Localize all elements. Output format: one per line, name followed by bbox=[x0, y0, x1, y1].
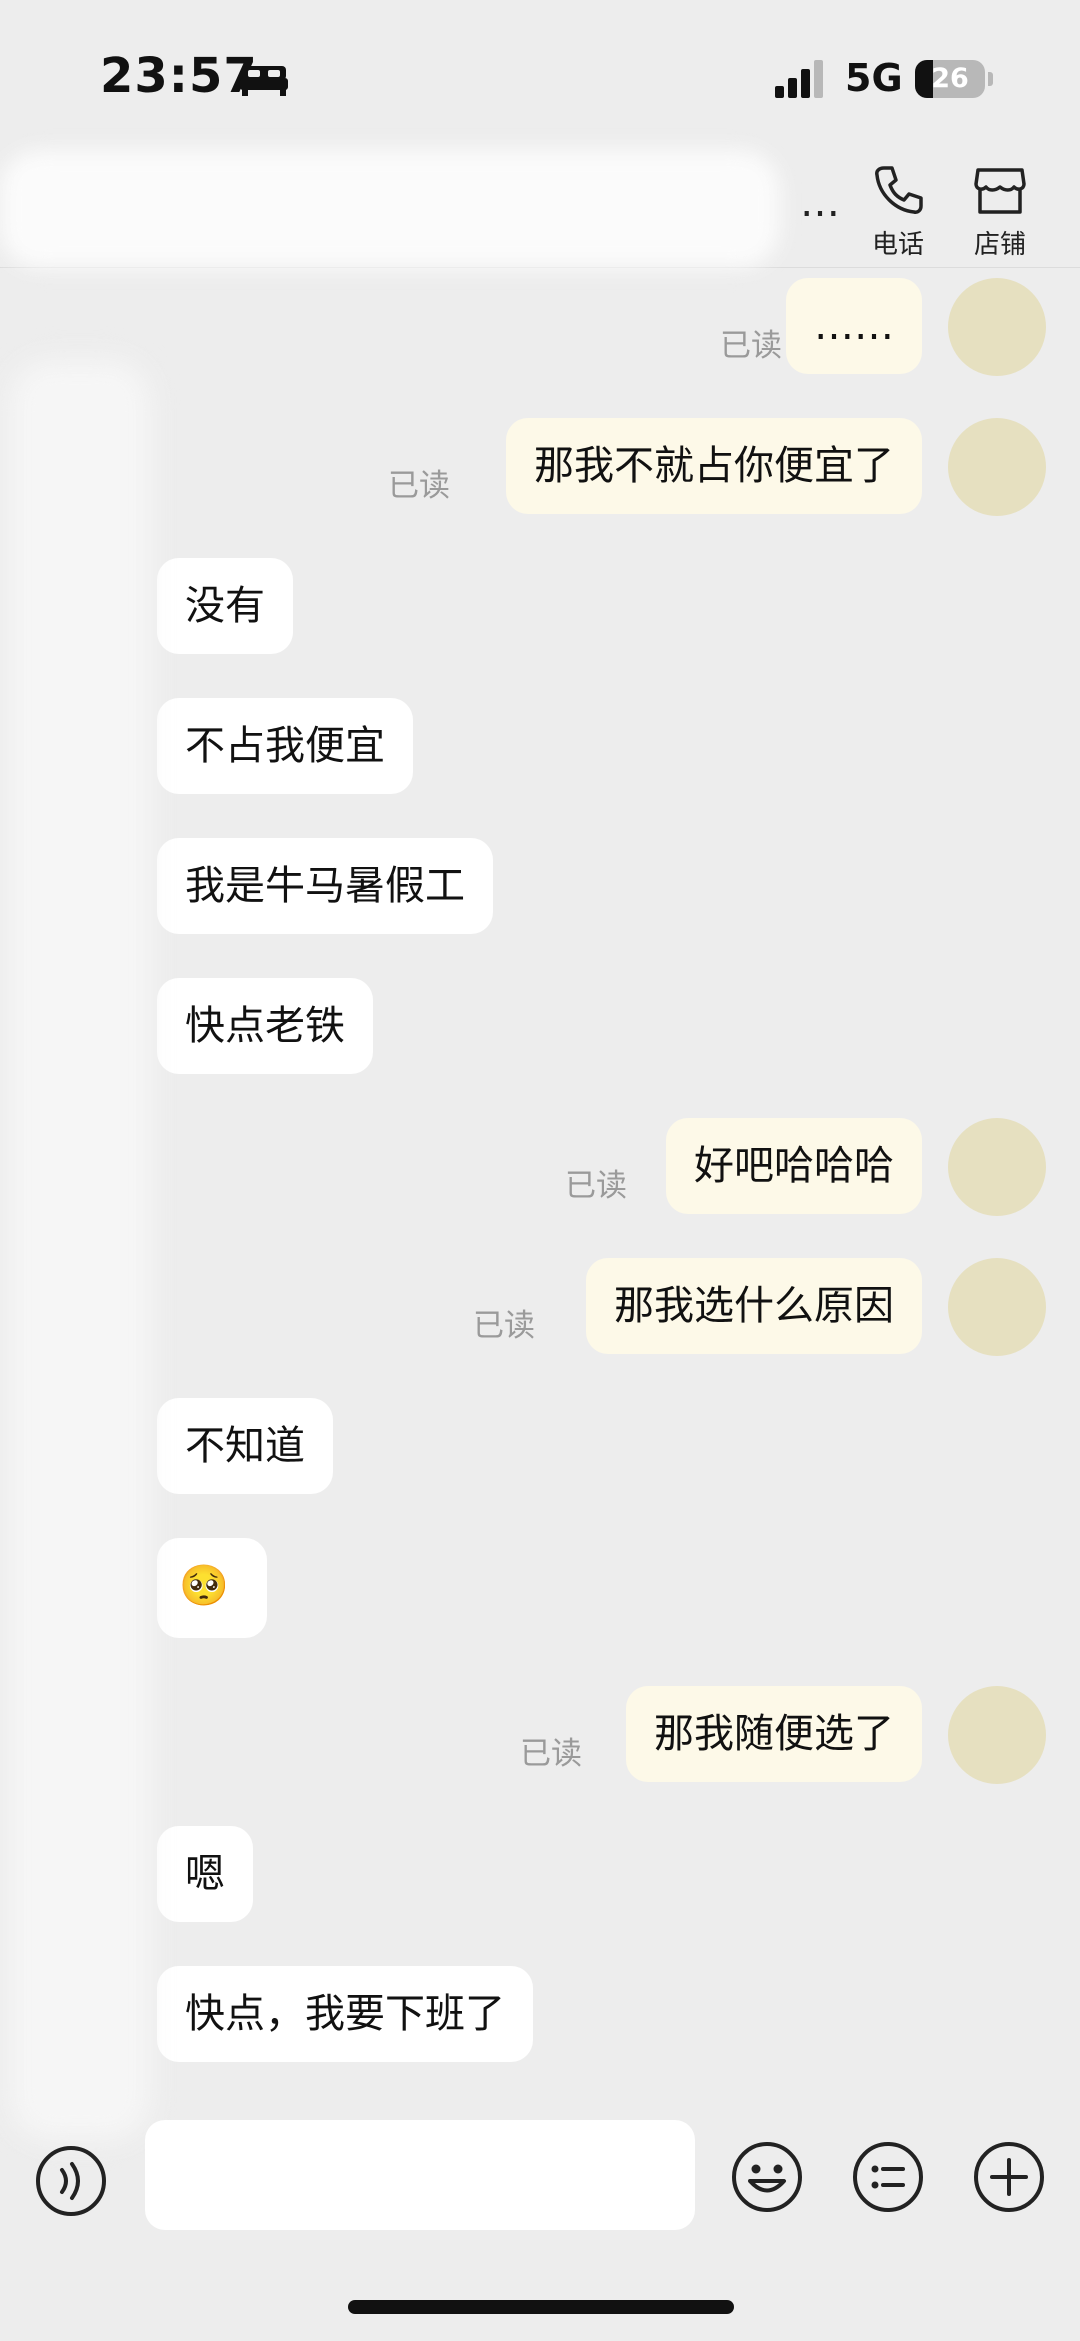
incoming-message[interactable]: 快点老铁 bbox=[157, 978, 373, 1074]
voice-icon[interactable] bbox=[32, 2142, 110, 2220]
read-status: 已读 bbox=[520, 1736, 582, 1772]
read-status: 已读 bbox=[388, 468, 450, 504]
bed-icon bbox=[240, 66, 288, 96]
network-type: 5G bbox=[845, 56, 903, 100]
outgoing-message[interactable]: 那我选什么原因 bbox=[586, 1258, 922, 1354]
incoming-message[interactable]: 我是牛马暑假工 bbox=[157, 838, 493, 934]
chat-header: … 电话 店铺 bbox=[0, 150, 1080, 268]
shop-button[interactable]: 店铺 bbox=[955, 162, 1045, 262]
incoming-message[interactable]: 不知道 bbox=[157, 1398, 333, 1494]
read-status: 已读 bbox=[473, 1308, 535, 1344]
read-status: 已读 bbox=[565, 1168, 627, 1204]
emoji-message[interactable]: 🥺 bbox=[157, 1538, 267, 1638]
avatar[interactable] bbox=[948, 1686, 1046, 1784]
battery-icon: 26 bbox=[915, 60, 985, 98]
call-label: 电话 bbox=[871, 230, 924, 260]
outgoing-message[interactable]: 好吧哈哈哈 bbox=[666, 1118, 922, 1214]
redaction-overlay bbox=[0, 150, 780, 268]
incoming-message[interactable]: 不占我便宜 bbox=[157, 698, 413, 794]
read-status: 已读 bbox=[720, 328, 782, 364]
shop-icon bbox=[974, 168, 1026, 214]
signal-icon bbox=[775, 60, 823, 98]
call-button[interactable]: 电话 bbox=[853, 162, 943, 262]
avatar[interactable] bbox=[948, 278, 1046, 376]
redaction-overlay bbox=[10, 360, 150, 2140]
outgoing-message[interactable]: 那我不就占你便宜了 bbox=[506, 418, 922, 514]
battery-level: 26 bbox=[931, 63, 969, 94]
avatar[interactable] bbox=[948, 1258, 1046, 1356]
outgoing-message[interactable]: 那我随便选了 bbox=[626, 1686, 922, 1782]
plus-icon[interactable] bbox=[972, 2140, 1046, 2214]
avatar[interactable] bbox=[948, 418, 1046, 516]
quick-reply-icon[interactable] bbox=[851, 2140, 925, 2214]
message-input[interactable] bbox=[145, 2120, 695, 2230]
avatar[interactable] bbox=[948, 1118, 1046, 1216]
phone-icon bbox=[875, 166, 923, 214]
status-bar: 23:57 5G 26 bbox=[0, 0, 1080, 150]
input-bar bbox=[0, 2100, 1080, 2280]
incoming-message[interactable]: 嗯 bbox=[157, 1826, 253, 1922]
emoji-icon[interactable] bbox=[730, 2140, 804, 2214]
incoming-message[interactable]: 快点，我要下班了 bbox=[157, 1966, 533, 2062]
shop-label: 店铺 bbox=[973, 230, 1026, 260]
battery-cap bbox=[988, 72, 993, 86]
outgoing-message[interactable]: …… bbox=[786, 278, 922, 374]
incoming-message[interactable]: 没有 bbox=[157, 558, 293, 654]
home-indicator[interactable] bbox=[348, 2300, 734, 2314]
status-time: 23:57 bbox=[100, 48, 258, 104]
